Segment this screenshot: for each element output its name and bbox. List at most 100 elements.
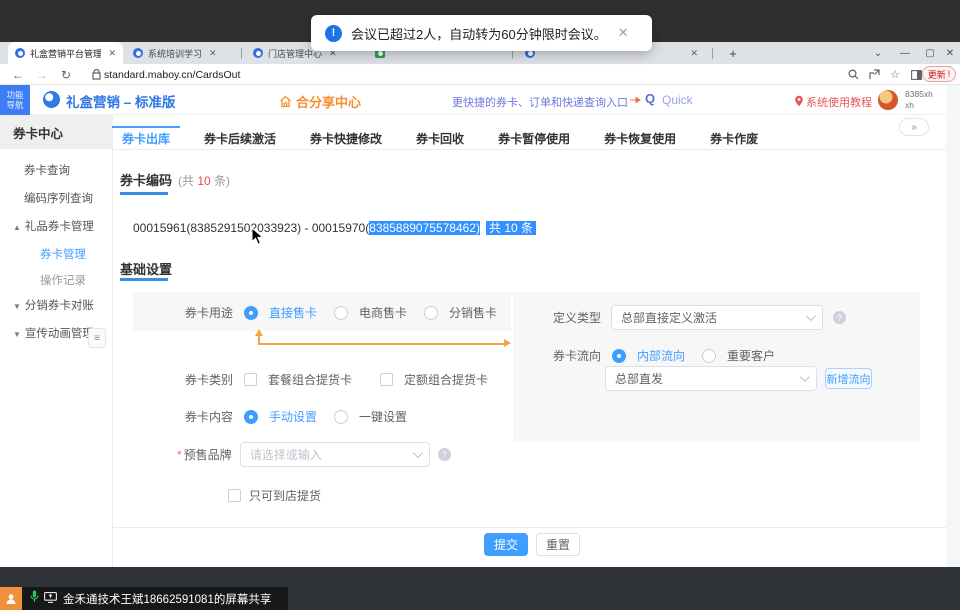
brand-placeholder: 请选择或输入 (250, 446, 322, 463)
define-type-select[interactable]: 总部直接定义激活 (611, 305, 823, 330)
content-label: 券卡内容 (185, 408, 233, 425)
back-icon[interactable]: ← (8, 64, 28, 85)
submit-button[interactable]: 提交 (484, 533, 528, 556)
checkbox-store-pickup-only[interactable] (228, 489, 241, 502)
caret-down-icon: ▼ (13, 330, 21, 339)
update-label: 更新 (928, 68, 946, 81)
sidebar-group-distribution-reconcile[interactable]: ▼分销券卡对账 (13, 297, 94, 313)
meeting-notification: ! 会议已超过2人，自动转为60分钟限时会议。 ✕ (311, 15, 652, 51)
new-tab-button[interactable]: + (722, 42, 744, 64)
meeting-notification-text: 会议已超过2人，自动转为60分钟限时会议。 (351, 24, 607, 43)
tab-card-suspend[interactable]: 券卡暂停使用 (494, 126, 574, 150)
tab-card-quick-edit[interactable]: 券卡快捷修改 (306, 126, 386, 150)
footer-divider (113, 527, 946, 528)
radio-label-distribution-sale[interactable]: 分销售卡 (449, 304, 497, 321)
system-tutorial-link[interactable]: 系统使用教程 (806, 94, 872, 110)
radio-label-internal-flow[interactable]: 内部流向 (637, 347, 685, 364)
checkbox-label-store-pickup-only[interactable]: 只可到店提货 (249, 487, 321, 504)
radio-distribution-sale[interactable] (424, 306, 438, 320)
browser-tab-gift-admin[interactable]: 礼盒营销平台管理中心 ✕ (8, 42, 123, 64)
sidebar-group-promo-animation[interactable]: ▼ 宣传动画管理 (13, 325, 94, 341)
location-pin-icon (794, 94, 804, 112)
browser-tab-title: 系统培训学习 (148, 47, 202, 60)
star-icon[interactable]: ☆ (885, 64, 905, 85)
radio-direct-sale[interactable] (244, 306, 258, 320)
card-coding-title: 券卡编码 (120, 170, 172, 189)
flow-select[interactable]: 总部直发 (605, 366, 817, 391)
tab-card-outbound[interactable]: 券卡出库 (118, 126, 174, 150)
radio-manual-setting[interactable] (244, 410, 258, 424)
expand-pill-button[interactable]: » (899, 118, 929, 136)
radio-ecommerce-sale[interactable] (334, 306, 348, 320)
brand-label: 预售品牌 (184, 446, 232, 463)
lock-icon[interactable] (86, 64, 106, 85)
help-icon[interactable]: ? (438, 448, 451, 461)
share-center-label: 合分享中心 (296, 92, 361, 111)
nav-toggle-line2: 导航 (6, 100, 23, 110)
reset-button[interactable]: 重置 (536, 533, 580, 556)
radio-label-ecommerce-sale[interactable]: 电商售卡 (359, 304, 407, 321)
checkbox-label-combo-pickup-card[interactable]: 套餐组合提货卡 (268, 371, 352, 388)
radio-label-manual-setting[interactable]: 手动设置 (269, 408, 317, 425)
sidebar-group-label: 宣传动画管理 (25, 328, 94, 340)
sidebar-item-code-sequence-query[interactable]: 编码序列查询 (24, 190, 93, 206)
tab-favicon-icon (253, 48, 263, 58)
tab-close-icon[interactable]: ✕ (108, 48, 116, 59)
sidebar-item-card-query[interactable]: 券卡查询 (24, 162, 70, 178)
help-icon[interactable]: ? (833, 311, 846, 324)
sidebar-item-operation-log[interactable]: 操作记录 (40, 272, 86, 288)
user-avatar[interactable] (878, 90, 898, 110)
sidebar-group-gift-card-management[interactable]: ▲礼品券卡管理 (13, 218, 94, 234)
sidebar-collapse-handle[interactable]: ≡ (88, 328, 106, 348)
brand-field-label: * 预售品牌 (177, 446, 232, 463)
zoom-icon[interactable] (843, 64, 863, 85)
page-gutter (946, 85, 960, 567)
app-title: 礼盒营销 – 标准版 (66, 91, 176, 111)
close-icon[interactable]: ✕ (618, 25, 629, 41)
count-close: 条) (211, 174, 230, 188)
tab-card-later-activate[interactable]: 券卡后续激活 (200, 126, 280, 150)
tab-card-void[interactable]: 券卡作废 (706, 126, 762, 150)
browser-tab-training[interactable]: 系统培训学习 ✕ (126, 42, 238, 64)
quick-search-icon[interactable]: Q (645, 91, 655, 106)
basic-settings-title: 基础设置 (120, 259, 172, 278)
required-asterisk: * (177, 448, 182, 462)
reload-icon[interactable]: ↻ (56, 64, 76, 85)
url-bar[interactable]: standard.maboy.cn/CardsOut (104, 64, 240, 85)
card-coding-header: 券卡编码 (共 10 条) (120, 170, 230, 189)
quick-label[interactable]: Quick (662, 93, 693, 107)
forward-icon[interactable]: → (32, 64, 52, 85)
caret-up-icon: ▲ (13, 223, 21, 232)
tab-close-icon[interactable]: ✕ (690, 48, 698, 59)
tab-close-icon[interactable]: ✕ (209, 48, 217, 59)
radio-one-click-setting[interactable] (334, 410, 348, 424)
checkbox-fixed-combo-pickup-card[interactable] (380, 373, 393, 386)
window-minimize-button[interactable]: — (893, 42, 917, 64)
sidebar-item-card-management[interactable]: 券卡管理 (40, 246, 86, 262)
radio-internal-flow[interactable] (612, 349, 626, 363)
screen-share-icon (44, 590, 57, 608)
browser-update-button[interactable]: 更新 ! (922, 66, 956, 82)
window-close-button[interactable]: ✕ (938, 42, 960, 64)
checkbox-label-fixed-combo-pickup-card[interactable]: 定额组合提货卡 (404, 371, 488, 388)
tab-search-caret-icon[interactable]: ⌄ (866, 42, 890, 64)
radio-label-vip-customer[interactable]: 重要客户 (727, 347, 775, 364)
nav-toggle-button[interactable]: 功能 导航 (0, 85, 30, 115)
brand-select[interactable]: 请选择或输入 (240, 442, 430, 467)
flow-value: 总部直发 (615, 370, 663, 387)
share-icon[interactable] (864, 64, 884, 85)
tab-card-recycle[interactable]: 券卡回收 (412, 126, 468, 150)
card-code-range[interactable]: 00015961(8385291502033923) - 00015970(83… (133, 219, 536, 236)
checkbox-combo-pickup-card[interactable] (244, 373, 257, 386)
user-name-main: 8385xh (905, 89, 933, 100)
radio-label-one-click-setting[interactable]: 一键设置 (359, 408, 407, 425)
user-name-sub: xh (905, 100, 933, 111)
share-center-link[interactable]: 合分享中心 (279, 92, 361, 111)
add-flow-button[interactable]: 新增流向 (825, 368, 872, 389)
tab-card-resume[interactable]: 券卡恢复使用 (600, 126, 680, 150)
radio-vip-customer[interactable] (702, 349, 716, 363)
brand-row: * 预售品牌 请选择或输入 ? (177, 442, 451, 467)
count-number: 10 (197, 174, 210, 188)
count-open: (共 (178, 174, 197, 188)
radio-label-direct-sale[interactable]: 直接售卡 (269, 304, 317, 321)
